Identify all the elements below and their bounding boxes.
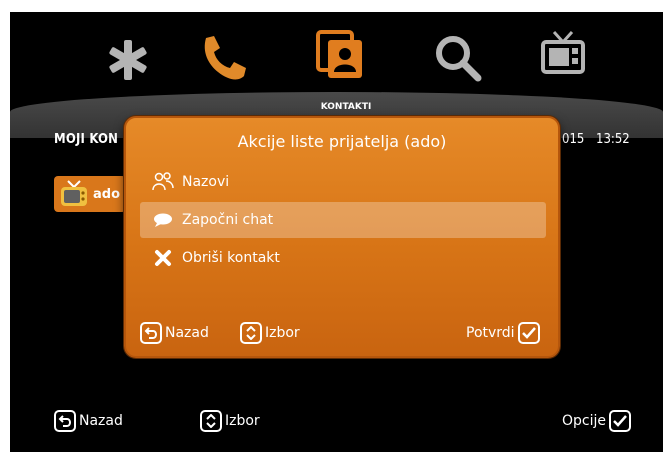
select-key-icon xyxy=(200,410,222,432)
page-title: MOJI KON xyxy=(54,132,119,147)
back-label: Nazad xyxy=(165,325,209,341)
people-icon xyxy=(152,172,174,192)
dialog-back-button[interactable]: Nazad xyxy=(140,322,209,344)
footer-back-label: Nazad xyxy=(79,413,123,429)
options-key-icon xyxy=(609,410,631,432)
tv-icon[interactable] xyxy=(540,30,586,78)
footer-select-button[interactable]: Izbor xyxy=(200,410,260,432)
menu-item-label: Započni chat xyxy=(182,212,274,228)
contacts-icon[interactable] xyxy=(316,30,366,82)
menu-item-start-chat[interactable]: Započni chat xyxy=(140,202,546,238)
friend-actions-dialog: Akcije liste prijatelja (ado) Nazovi Zap… xyxy=(124,116,560,358)
star-icon[interactable] xyxy=(106,38,150,82)
tv-icon xyxy=(61,180,87,206)
date-text: 015 xyxy=(562,132,585,147)
footer-options-button[interactable]: Opcije xyxy=(562,410,631,432)
confirm-label: Potvrdi xyxy=(466,325,515,341)
contact-name: ado xyxy=(93,186,121,202)
dialog-title: Akcije liste prijatelja (ado) xyxy=(237,132,447,151)
search-icon[interactable] xyxy=(434,34,482,82)
tv-screen: KONTAKTI MOJI KON 015 13:52 ado Akcije l… xyxy=(10,12,663,452)
active-section-label: KONTAKTI xyxy=(320,102,372,112)
menu-item-label: Obriši kontakt xyxy=(182,250,280,266)
chat-bubble-icon xyxy=(152,213,174,227)
dialog-select-button[interactable]: Izbor xyxy=(240,322,300,344)
menu-item-label: Nazovi xyxy=(182,174,230,190)
top-nav: KONTAKTI xyxy=(10,12,663,112)
confirm-key-icon xyxy=(517,322,540,344)
select-key-icon xyxy=(240,322,262,344)
select-label: Izbor xyxy=(265,325,300,341)
menu-item-delete-contact[interactable]: Obriši kontakt xyxy=(140,240,546,276)
phone-icon[interactable] xyxy=(198,34,248,82)
back-key-icon xyxy=(54,410,76,432)
contact-thumb: ado xyxy=(54,176,126,212)
footer-back-button[interactable]: Nazad xyxy=(54,410,123,432)
footer-options-label: Opcije xyxy=(562,413,606,429)
time-text: 13:52 xyxy=(596,132,630,147)
footer-select-label: Izbor xyxy=(225,413,260,429)
close-icon xyxy=(152,249,174,267)
dialog-confirm-button[interactable]: Potvrdi xyxy=(466,322,540,344)
back-key-icon xyxy=(140,322,162,344)
menu-item-call[interactable]: Nazovi xyxy=(140,164,546,200)
